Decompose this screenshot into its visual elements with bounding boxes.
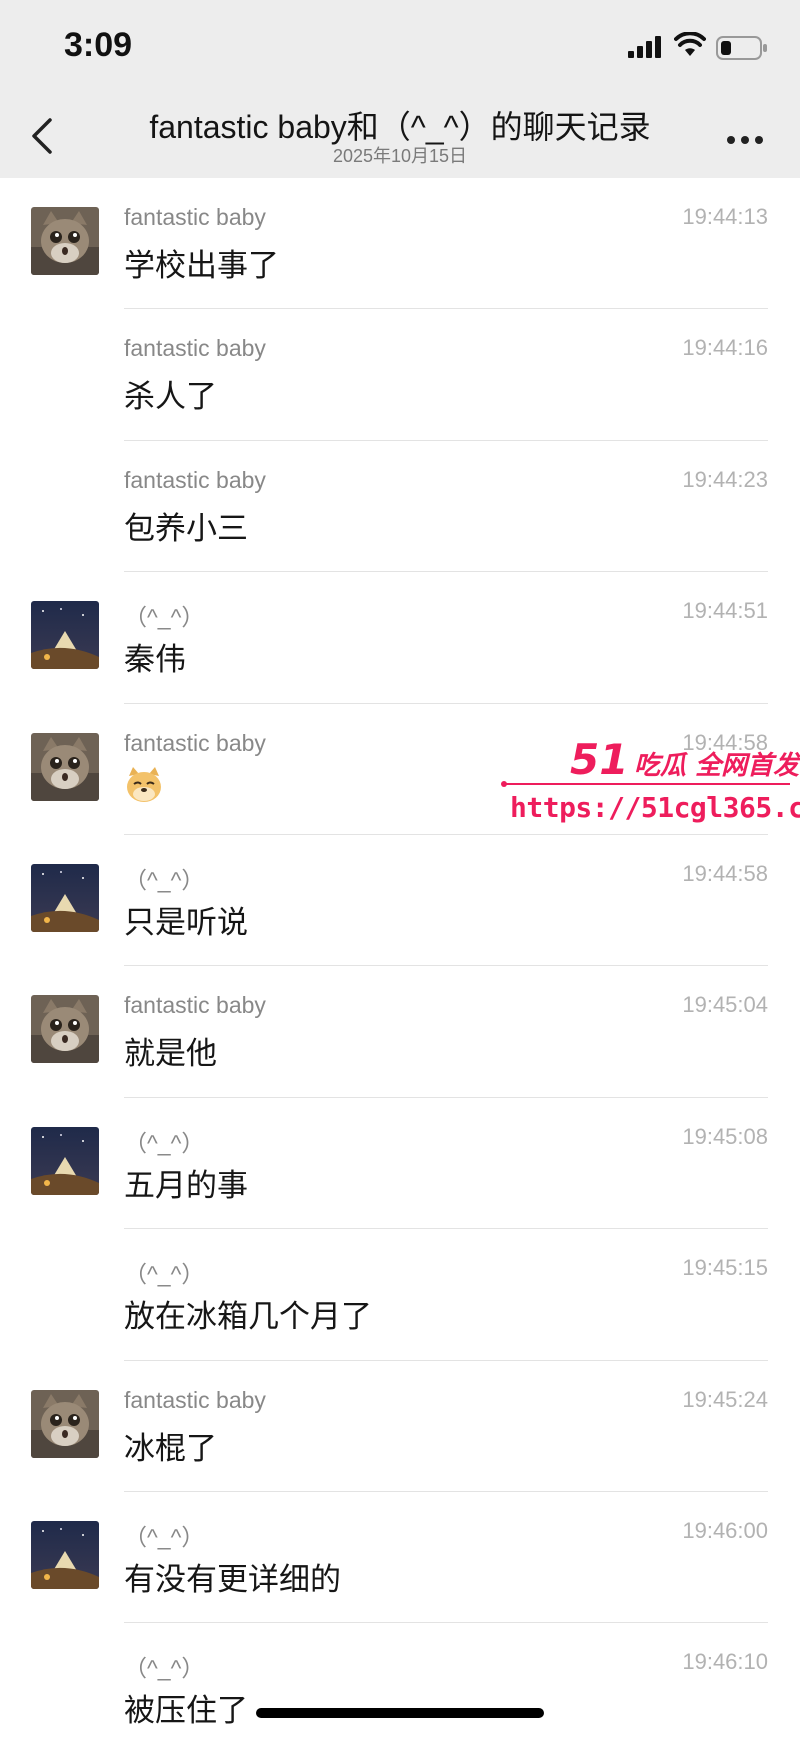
cellular-signal-icon [628,36,664,62]
watermark-logo-text: 吃瓜 全网首发 [634,751,800,781]
doge-emoji-icon [127,766,161,802]
message-sender: （^_^） [124,866,205,893]
message-text: 被压住了 [124,1693,248,1730]
avatar[interactable] [31,732,99,801]
message-sender: （^_^） [124,1655,205,1682]
avatar[interactable] [31,1520,99,1589]
top-bar: 3:09 fantastic baby和（^_^）的聊天记录 2025年10月1… [0,0,800,178]
message-text: 就是他 [124,1036,217,1073]
status-time: 3:09 [64,26,133,64]
message-sender: fantastic baby [124,466,266,493]
watermark-logo: 51 吃瓜 全网首发 [570,735,799,784]
avatar[interactable] [31,207,99,275]
message-row[interactable]: （^_^） 19:45:15 放在冰箱几个月了 [0,1229,800,1361]
message-row[interactable]: （^_^） 19:44:51 秦伟 [0,572,800,704]
message-time: 19:44:23 [682,466,768,492]
message-text: 学校出事了 [124,248,279,284]
more-options-icon[interactable] [726,130,764,149]
battery-icon [716,36,768,64]
avatar[interactable] [31,1126,99,1195]
message-list: fantastic baby 19:44:13 学校出事了 fantastic bab… [0,178,800,1755]
message-sender: fantastic baby [124,204,266,230]
message-time: 19:44:58 [682,860,768,886]
message-text: 五月的事 [124,1167,248,1204]
chat-date: 2025年10月15日 [332,146,468,166]
message-time: 19:45:15 [682,1255,768,1281]
message-text: 包养小三 [124,510,248,547]
message-sender: fantastic baby [124,729,266,756]
home-indicator [256,1708,544,1718]
message-row[interactable]: （^_^） 19:46:10 被压住了 [0,1623,800,1754]
message-text: 有没有更详细的 [124,1561,341,1598]
watermark-url: https://51cgl365.com [510,791,800,824]
message-time: 19:44:16 [682,335,768,361]
watermark-underline [501,781,790,787]
message-text: 冰棍了 [124,1430,217,1467]
message-text: 杀人了 [124,379,217,416]
message-sender: （^_^） [124,1261,205,1288]
message-time: 19:46:00 [682,1517,768,1543]
message-row[interactable]: fantastic baby 19:44:13 学校出事了 [0,178,800,310]
message-sender: （^_^） [124,1523,205,1550]
avatar[interactable] [31,601,99,670]
message-time: 19:44:13 [682,204,768,229]
message-text [124,766,164,812]
message-sender: fantastic baby [124,335,266,362]
wifi-icon [674,31,706,62]
message-time: 19:45:04 [682,992,768,1018]
watermark: 51 吃瓜 全网首发 https://51cgl365.com [500,735,800,835]
message-sender: fantastic baby [124,992,266,1019]
message-time: 19:44:51 [682,598,768,624]
message-text: 放在冰箱几个月了 [124,1299,372,1336]
message-row[interactable]: （^_^） 19:46:00 有没有更详细的 [0,1492,800,1624]
message-row[interactable]: fantastic baby 19:45:04 就是他 [0,966,800,1098]
message-sender: fantastic baby [124,1386,266,1413]
message-row[interactable]: fantastic baby 19:44:16 杀人了 [0,309,800,441]
message-sender: （^_^） [124,604,205,631]
message-sender: （^_^） [124,1129,205,1156]
avatar[interactable] [31,995,99,1064]
avatar[interactable] [31,1389,99,1458]
message-row[interactable]: fantastic baby 19:45:24 冰棍了 [0,1361,800,1492]
message-row[interactable]: （^_^） 19:45:08 五月的事 [0,1098,800,1230]
message-row[interactable]: fantastic baby 19:44:23 包养小三 [0,441,800,573]
message-text: 只是听说 [124,904,248,941]
watermark-logo-number: 51 [570,735,629,784]
message-time: 19:45:08 [682,1123,768,1149]
avatar[interactable] [31,863,99,932]
message-row[interactable]: （^_^） 19:44:58 只是听说 [0,835,800,967]
message-time: 19:45:24 [682,1386,768,1412]
message-text: 秦伟 [124,642,186,679]
message-time: 19:46:10 [682,1649,768,1675]
